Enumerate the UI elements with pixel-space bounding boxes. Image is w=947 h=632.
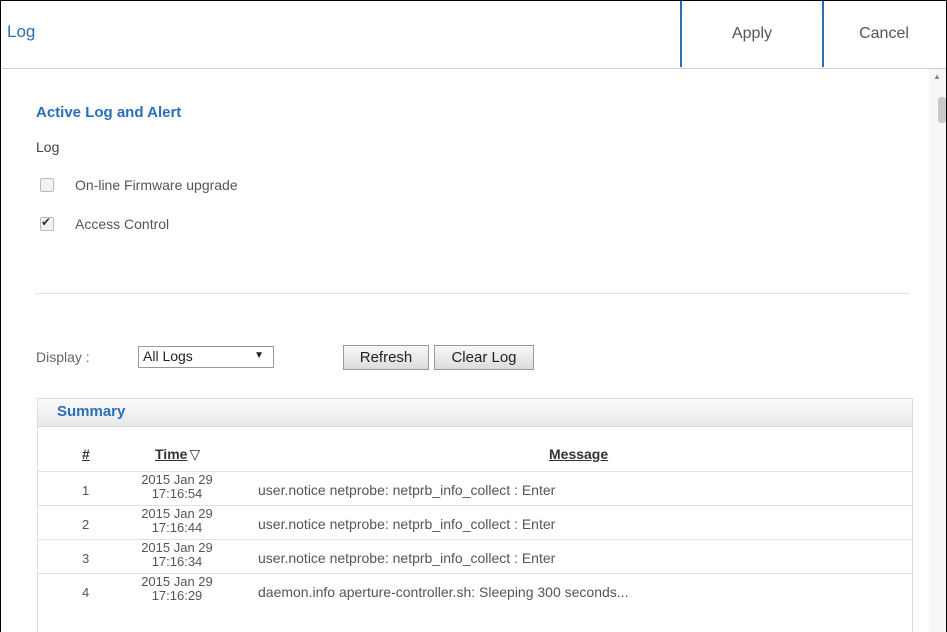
vertical-scrollbar[interactable]: ▲ (929, 69, 946, 632)
access-control-checkbox[interactable] (40, 215, 54, 231)
display-select[interactable]: All Logs ▼ (138, 346, 274, 368)
log-subtitle: Log (36, 139, 60, 155)
row-clock: 17:16:54 (151, 486, 203, 501)
column-header-message[interactable]: Message (549, 446, 608, 462)
divider (36, 293, 909, 294)
row-number: 3 (82, 551, 90, 566)
summary-table: Summary # Time ▽ Message 1 2015 Jan 29 17:… (37, 398, 913, 632)
dropdown-arrow-icon: ▼ (254, 350, 264, 361)
apply-button[interactable]: Apply (680, 1, 824, 67)
table-row: 2 2015 Jan 29 17:16:44 user.notice netpro… (38, 505, 912, 540)
row-time: 2015 Jan 29 17:16:29 (132, 575, 222, 603)
row-message: daemon.info aperture-controller.sh: Slee… (258, 584, 629, 600)
row-message: user.notice netprobe: netprb_info_collec… (258, 482, 556, 498)
row-date: 2015 Jan 29 (141, 540, 213, 555)
row-number: 1 (82, 483, 90, 498)
summary-header: Summary (38, 399, 912, 427)
column-header-time[interactable]: Time ▽ (155, 446, 200, 463)
table-row: 4 2015 Jan 29 17:16:29 daemon.info apertu… (38, 573, 912, 608)
row-time: 2015 Jan 29 17:16:54 (132, 473, 222, 501)
row-message: user.notice netprobe: netprb_info_collec… (258, 550, 556, 566)
refresh-button[interactable]: Refresh (343, 345, 429, 370)
row-time: 2015 Jan 29 17:16:44 (132, 507, 222, 535)
cancel-button[interactable]: Cancel (822, 1, 946, 67)
header-bar: Log Apply Cancel (1, 1, 946, 69)
log-window: Log Apply Cancel ▲ Active Log and Alert … (0, 0, 947, 632)
firmware-upgrade-checkbox[interactable] (40, 178, 54, 192)
sort-triangle-icon: ▽ (189, 446, 201, 462)
display-select-value: All Logs (143, 348, 193, 364)
clear-log-button[interactable]: Clear Log (434, 345, 534, 370)
summary-title: Summary (57, 403, 126, 420)
access-control-option[interactable]: Access Control (40, 215, 170, 232)
table-row: 1 2015 Jan 29 17:16:54 user.notice netpro… (38, 471, 912, 506)
row-clock: 17:16:29 (151, 588, 203, 603)
column-header-num[interactable]: # (82, 446, 90, 462)
firmware-upgrade-option[interactable]: On-line Firmware upgrade (40, 177, 238, 193)
row-number: 4 (82, 585, 90, 600)
column-header-time-label: Time (155, 446, 188, 462)
row-time: 2015 Jan 29 17:16:34 (132, 541, 222, 569)
page-title: Log (7, 22, 36, 41)
row-clock: 17:16:34 (151, 554, 203, 569)
row-date: 2015 Jan 29 (141, 506, 213, 521)
display-label: Display : (36, 349, 90, 365)
row-number: 2 (82, 517, 90, 532)
firmware-upgrade-label: On-line Firmware upgrade (75, 177, 238, 193)
section-title: Active Log and Alert (36, 104, 182, 121)
scroll-up-icon[interactable]: ▲ (933, 72, 941, 81)
row-message: user.notice netprobe: netprb_info_collec… (258, 516, 556, 532)
access-control-label: Access Control (75, 216, 170, 232)
scroll-thumb[interactable] (938, 97, 946, 123)
table-row: 3 2015 Jan 29 17:16:34 user.notice netpro… (38, 539, 912, 574)
row-date: 2015 Jan 29 (141, 574, 213, 589)
row-date: 2015 Jan 29 (141, 472, 213, 487)
row-clock: 17:16:44 (151, 520, 203, 535)
